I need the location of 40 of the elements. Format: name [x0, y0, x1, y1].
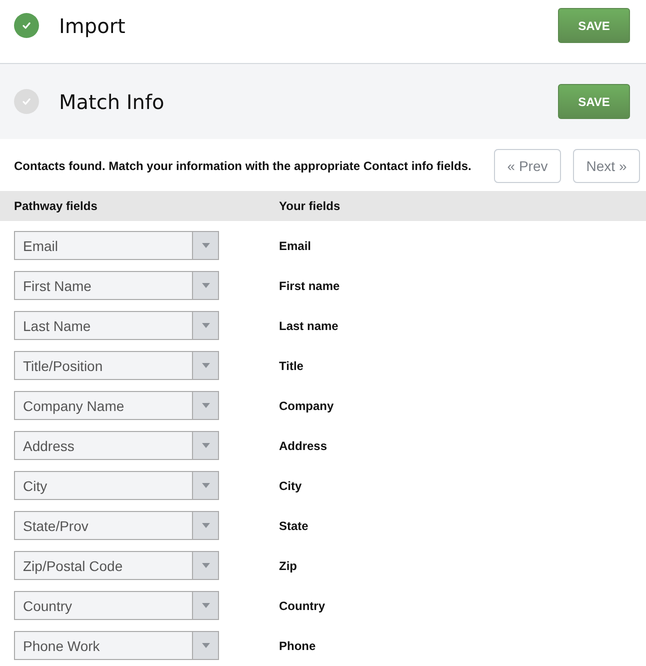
- field-dropdown[interactable]: State/Prov: [14, 511, 219, 540]
- your-field-label: Last name: [279, 318, 340, 332]
- step-title: Match Info: [59, 90, 166, 114]
- field-dropdown[interactable]: Zip/Postal Code: [14, 551, 219, 580]
- field-dropdown[interactable]: Email: [14, 231, 219, 260]
- field-dropdown[interactable]: Phone Work: [14, 631, 219, 660]
- caret-icon: [202, 283, 210, 288]
- prev-button[interactable]: « Prev: [494, 149, 561, 183]
- your-field-label: Address: [279, 438, 328, 452]
- caret-icon: [202, 443, 210, 448]
- your-field-label: Company: [279, 398, 335, 412]
- field-dropdown[interactable]: Last Name: [14, 311, 219, 340]
- your-field-label: Title: [279, 358, 304, 372]
- caret-icon: [202, 323, 210, 328]
- your-field-label: Phone: [279, 638, 317, 652]
- caret-icon: [202, 363, 210, 368]
- field-dropdown[interactable]: Company Name: [14, 391, 219, 420]
- instruction-text: Contacts found. Match your information with the appropriate Contact info fields.: [14, 159, 472, 173]
- caret-icon: [202, 243, 210, 248]
- column-header: Your fields: [279, 199, 342, 213]
- field-dropdown[interactable]: Address: [14, 431, 219, 460]
- your-field-label: Zip: [279, 558, 298, 572]
- your-field-label: City: [279, 478, 303, 492]
- caret-icon: [202, 523, 210, 528]
- field-dropdown[interactable]: City: [14, 471, 219, 500]
- caret-icon: [202, 643, 210, 648]
- field-dropdown[interactable]: Country: [14, 591, 219, 620]
- caret-icon: [202, 483, 210, 488]
- your-field-label: First name: [279, 278, 341, 292]
- caret-icon: [202, 563, 210, 568]
- step-title: Import: [59, 14, 126, 38]
- next-button[interactable]: Next »: [573, 149, 640, 183]
- caret-icon: [202, 603, 210, 608]
- your-field-label: State: [279, 518, 310, 532]
- field-dropdown[interactable]: First Name: [14, 271, 219, 300]
- caret-icon: [202, 403, 210, 408]
- column-header: Pathway fields: [14, 199, 98, 213]
- field-dropdown[interactable]: Title/Position: [14, 351, 219, 380]
- your-field-label: Country: [279, 598, 326, 612]
- your-field-label: Email: [279, 238, 312, 252]
